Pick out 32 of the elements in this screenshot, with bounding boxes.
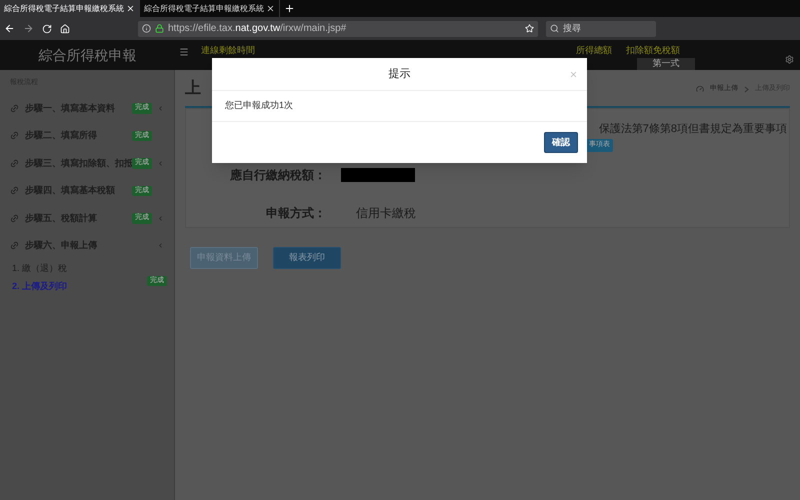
back-icon[interactable]: [4, 23, 15, 34]
lock-icon: [155, 24, 164, 33]
app-title: 綜合所得稅申報: [38, 46, 136, 64]
dialog-message: 您已申報成功1次: [225, 99, 294, 112]
field-label: 應自行繳納稅額：: [229, 167, 326, 184]
field-value: 信用卡繳稅: [356, 205, 416, 222]
notice-text: 保護法第7條第8項但書規定為重要事項: [598, 122, 787, 137]
search-field[interactable]: 搜尋: [546, 20, 656, 36]
confirm-button[interactable]: 確認: [544, 132, 578, 153]
chevron-icon: [744, 86, 749, 92]
field-label: 申報方式：: [265, 205, 326, 222]
close-icon[interactable]: [266, 4, 275, 13]
action-button[interactable]: 報表列印: [273, 247, 341, 269]
form-tab[interactable]: 第一式: [637, 58, 695, 70]
settings-icon[interactable]: [785, 55, 794, 64]
home-icon[interactable]: [60, 24, 70, 34]
info-icon[interactable]: [142, 24, 151, 33]
search-icon: [550, 24, 559, 33]
url-text: https://efile.tax.nat.gov.tw/irxw/main.jsp#: [168, 22, 346, 36]
browser-tab[interactable]: 綜合所得稅電子結算申報繳稅系統: [0, 0, 140, 17]
page-title: 上: [185, 78, 201, 99]
menu-icon[interactable]: [179, 46, 189, 56]
dialog-title: 提示: [388, 66, 410, 82]
reload-icon[interactable]: [42, 24, 52, 34]
session-timer-label: 連線剩餘時間: [201, 44, 255, 57]
nav-link[interactable]: 所得總額: [576, 44, 612, 58]
dashboard-icon: [696, 85, 704, 93]
nav-link[interactable]: 扣除額免稅額: [626, 44, 680, 58]
forward-icon[interactable]: [23, 23, 34, 34]
bookmark-icon[interactable]: [525, 24, 534, 33]
url-bar[interactable]: https://efile.tax.nat.gov.tw/irxw/main.jsp#: [138, 20, 538, 36]
new-tab-icon[interactable]: [284, 3, 295, 14]
